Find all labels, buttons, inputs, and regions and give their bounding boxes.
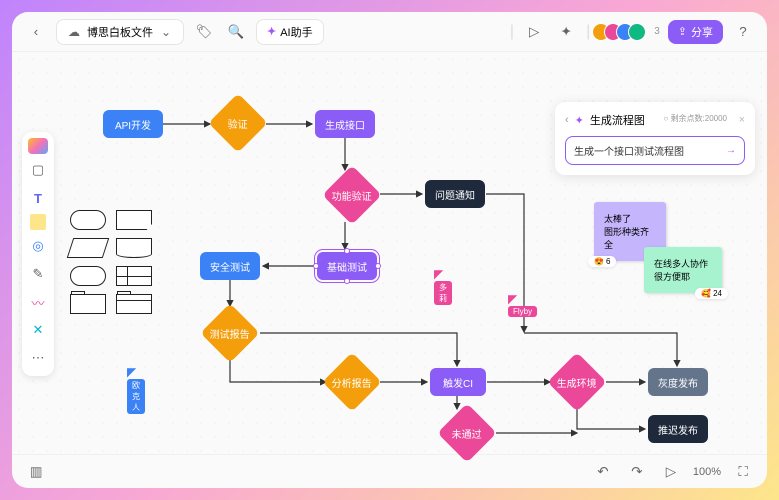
node-security-test[interactable]: 安全测试	[200, 252, 260, 280]
shape-parallelogram[interactable]	[67, 238, 109, 258]
redo-icon[interactable]: ↷	[625, 460, 649, 484]
panel-back-icon[interactable]: ‹	[565, 114, 569, 126]
share-icon: ⇪	[678, 25, 687, 38]
shape-table[interactable]	[116, 266, 152, 286]
search-icon[interactable]: 🔍	[224, 20, 248, 44]
node-gray-release[interactable]: 灰度发布	[648, 368, 708, 396]
panel-credits: ○ 剩余点数:20000	[663, 113, 727, 124]
node-issue-notify[interactable]: 问题通知	[425, 180, 485, 208]
back-icon[interactable]: ‹	[24, 20, 48, 44]
fit-icon[interactable]: ⛶	[731, 460, 755, 484]
more-tool[interactable]: ⋯	[26, 346, 50, 370]
shape-wave[interactable]	[116, 238, 152, 258]
connector-tool[interactable]: ✕	[26, 318, 50, 342]
crop-tool[interactable]: ▢	[26, 158, 50, 182]
ai-prompt-input[interactable]: 生成一个接口测试流程图 →	[565, 136, 745, 165]
shape-palette	[70, 210, 154, 314]
cloud-icon: ☁	[67, 25, 81, 39]
pointer-icon[interactable]: ▷	[659, 460, 683, 484]
note-tool[interactable]	[30, 214, 46, 230]
left-toolbar: ▢ T ◎ ✎ 〰 ✕ ⋯	[22, 132, 54, 376]
shape-doc[interactable]	[116, 210, 152, 230]
cursor-okeren: ◤ 欧克人	[127, 365, 136, 379]
shape-rounded-rect[interactable]	[70, 210, 106, 230]
node-base-test[interactable]: 基础测试	[317, 252, 377, 280]
node-env[interactable]: 生成环境	[547, 352, 606, 411]
layers-icon[interactable]: ▥	[24, 460, 48, 484]
avatar-count: 3	[654, 26, 660, 37]
node-api-dev[interactable]: API开发	[103, 110, 163, 138]
bottom-bar: ▥ ↶ ↷ ▷ 100% ⛶	[12, 454, 767, 488]
ai-logo-icon: ✦	[267, 25, 276, 38]
brush-tool[interactable]: 〰	[26, 290, 50, 314]
ai-panel: ‹ ✦ 生成流程图 ○ 剩余点数:20000 × 生成一个接口测试流程图 →	[555, 102, 755, 175]
shape-tool[interactable]: ◎	[26, 234, 50, 258]
node-verify[interactable]: 验证	[208, 93, 267, 152]
close-icon[interactable]: ×	[739, 114, 745, 126]
help-icon[interactable]: ?	[731, 20, 755, 44]
cursor-duoli: ◤ 多莉	[434, 267, 443, 281]
zoom-level[interactable]: 100%	[693, 466, 721, 478]
top-bar: ‹ ☁ 博思白板文件 ⌄ 🏷 🔍 ✦ AI助手 | ▷ ✦ |	[12, 12, 767, 52]
file-name: 博思白板文件	[87, 24, 153, 40]
text-tool[interactable]: T	[26, 186, 50, 210]
ai-assistant-button[interactable]: ✦ AI助手	[256, 19, 324, 45]
sticky-note-2[interactable]: 在线多人协作 很方便耶 🥰 24	[644, 247, 722, 293]
node-delay-release[interactable]: 推迟发布	[648, 415, 708, 443]
palette-tool[interactable]	[28, 138, 48, 154]
file-menu[interactable]: ☁ 博思白板文件 ⌄	[56, 19, 184, 45]
shape-folder-closed[interactable]	[70, 294, 106, 314]
undo-icon[interactable]: ↶	[591, 460, 615, 484]
node-func-verify[interactable]: 功能验证	[322, 165, 381, 224]
share-button[interactable]: ⇪ 分享	[668, 20, 723, 44]
reaction-badge[interactable]: 😍 6	[588, 256, 616, 267]
shape-cylinder[interactable]	[70, 266, 106, 286]
panel-title: 生成流程图	[590, 112, 645, 128]
reaction-badge[interactable]: 🥰 24	[695, 288, 728, 299]
shape-folder-open[interactable]	[116, 294, 152, 314]
canvas[interactable]: API开发 验证 生成接口 功能验证 问题通知 安全测试 基础测试 测试报告 分…	[12, 52, 767, 454]
pen-tool[interactable]: ✎	[26, 262, 50, 286]
cursor-flyby: ◤ Flyby	[508, 292, 517, 306]
node-gen-interface[interactable]: 生成接口	[315, 110, 375, 138]
avatar-stack[interactable]	[598, 23, 646, 41]
chevron-down-icon: ⌄	[159, 25, 173, 39]
tag-icon[interactable]: 🏷	[192, 20, 216, 44]
send-icon[interactable]: →	[726, 145, 736, 156]
node-fail[interactable]: 未通过	[437, 403, 496, 462]
node-test-report[interactable]: 测试报告	[200, 303, 259, 362]
ai-logo-icon: ✦	[575, 114, 584, 127]
node-analysis[interactable]: 分析报告	[322, 352, 381, 411]
node-trigger-ci[interactable]: 触发CI	[430, 368, 486, 396]
sparkle-icon[interactable]: ✦	[554, 20, 578, 44]
play-icon[interactable]: ▷	[522, 20, 546, 44]
